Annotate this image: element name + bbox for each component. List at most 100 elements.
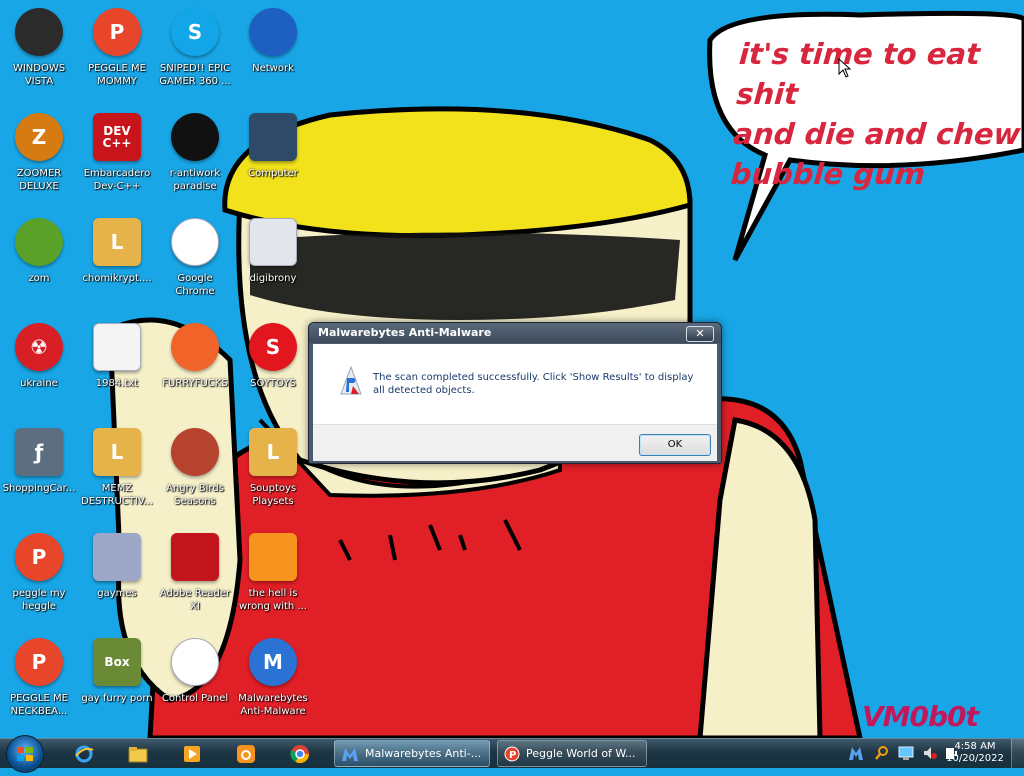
desktop-icon-label: MEMZ DESTRUCTIV...: [81, 483, 153, 507]
desktop-icon[interactable]: P PEGGLE ME NECKBEA...: [1, 634, 77, 734]
desktop-icon[interactable]: the hell is wrong with ...: [235, 529, 311, 629]
uc-browser-icon: [249, 533, 297, 581]
speech-bubble-text: it's time to eat shit and die and chew b…: [729, 37, 1022, 191]
taskbar-clock[interactable]: 4:58 AM 10/20/2022: [944, 741, 1006, 765]
dialog-title: Malwarebytes Anti-Malware: [318, 326, 492, 339]
desktop-icon-label: gay furry porn: [81, 693, 153, 704]
firefox-icon: [171, 323, 219, 371]
desktop-icon-label: the hell is wrong with ...: [239, 588, 307, 612]
desktop-icon[interactable]: M Malwarebytes Anti-Malware: [235, 634, 311, 734]
adobe-reader-icon: [171, 533, 219, 581]
taskbar-pin-internet-explorer[interactable]: [64, 740, 104, 767]
volume-tray-icon[interactable]: [922, 745, 938, 761]
desktop-icon[interactable]: Ppeggle my heggle: [1, 529, 77, 629]
svg-text:P: P: [509, 750, 516, 761]
search-tray-icon[interactable]: [874, 745, 890, 761]
desktop-icon-label: chomikrypt....: [82, 273, 152, 284]
angry-birds-icon: [171, 428, 219, 476]
taskbar-pin-uc-browser[interactable]: [226, 740, 266, 767]
peggle-icon: P: [504, 746, 520, 761]
desktop-icon[interactable]: Computer: [235, 109, 311, 209]
desktop-icon-label: Embarcadero Dev-C++: [83, 168, 151, 192]
windows-vista-icon: [15, 8, 63, 56]
desktop-icon[interactable]: gaymes: [79, 529, 155, 629]
desktop-icon[interactable]: Network: [235, 4, 311, 104]
desktop-icon[interactable]: 1984.txt: [79, 319, 155, 419]
lnk-file-icon: L: [249, 428, 297, 476]
skype-icon: S: [171, 8, 219, 56]
computer-icon: [249, 113, 297, 161]
desktop-icon[interactable]: Angry Birds Seasons: [157, 424, 233, 524]
taskbar-pin-windows-explorer[interactable]: [118, 740, 158, 767]
desktop-icon-label: SNIPED!! EPIC GAMER 360 ...: [159, 63, 231, 87]
desktop-icon[interactable]: P PEGGLE ME MOMMY: [79, 4, 155, 104]
taskbar-task-peggle[interactable]: P Peggle World of W...: [497, 740, 647, 767]
control-panel-icon: [171, 638, 219, 686]
show-desktop-button[interactable]: [1011, 739, 1024, 768]
malwarebytes-icon: [342, 747, 358, 761]
dialog-body: The scan completed successfully. Click '…: [313, 344, 717, 424]
desktop-icon[interactable]: WINDOWS VISTA: [1, 4, 77, 104]
network-tray-icon[interactable]: [898, 745, 914, 761]
desktop-icon[interactable]: Z ZOOMER DELUXE: [1, 109, 77, 209]
desktop-icon[interactable]: ☢ ukraine: [1, 319, 77, 419]
dialog-footer: OK: [313, 424, 717, 461]
desktop-icon[interactable]: zom: [1, 214, 77, 314]
desktop-icon-label: r-antiwork paradise: [169, 168, 221, 192]
desktop-icon-label: Adobe Reader XI: [159, 588, 231, 612]
taskbar-pin-chrome[interactable]: [280, 740, 320, 767]
desktop-icon-label: Souptoys Playsets: [249, 483, 297, 507]
zuma-icon: Z: [15, 113, 63, 161]
user-file-icon: [249, 218, 297, 266]
desktop-icon[interactable]: DEV C++ Embarcadero Dev-C++: [79, 109, 155, 209]
dialog-message: The scan completed successfully. Click '…: [373, 372, 694, 396]
taskbar-task-malwarebytes[interactable]: Malwarebytes Anti-...: [334, 740, 490, 767]
desktop-icon-label: Google Chrome: [175, 273, 215, 297]
desktop-icon-label: FURRYFUCKS: [162, 378, 228, 389]
desktop-icon-label: Malwarebytes Anti-Malware: [238, 693, 308, 717]
clock-time: 4:58 AM: [954, 741, 996, 752]
devcpp-icon: DEV C++: [93, 113, 141, 161]
desktop-icon[interactable]: digibrony: [235, 214, 311, 314]
soytoys-s-icon: S: [249, 323, 297, 371]
taskbar-pin-media-player[interactable]: [172, 740, 212, 767]
ok-button[interactable]: OK: [639, 434, 711, 456]
chrome-icon: [290, 744, 309, 763]
lnk-file-icon: L: [93, 428, 141, 476]
uc-browser-icon: [237, 744, 255, 763]
desktop-icon[interactable]: Box gay furry porn: [79, 634, 155, 734]
desktop-icon[interactable]: r-antiwork paradise: [157, 109, 233, 209]
desktop-icon-label: ZOOMER DELUXE: [16, 168, 62, 192]
lnk-file-icon: L: [93, 218, 141, 266]
desktop-icon[interactable]: Adobe Reader XI: [157, 529, 233, 629]
desktop-icon[interactable]: L MEMZ DESTRUCTIV...: [79, 424, 155, 524]
desktop-icon-label: PEGGLE ME MOMMY: [88, 63, 146, 87]
desktop-icon[interactable]: S SOYTOYS: [235, 319, 311, 419]
clock-date: 10/20/2022: [946, 753, 1004, 764]
peggle-icon: P: [15, 638, 63, 686]
desktop-icon-label: WINDOWS VISTA: [12, 63, 66, 87]
windows-logo-icon: [17, 747, 33, 761]
radiation-icon: ☢: [15, 323, 63, 371]
internet-explorer-icon: [75, 745, 94, 762]
desktop-icon-label: Angry Birds Seasons: [166, 483, 224, 507]
dialog-close-button[interactable]: ✕: [686, 326, 714, 342]
desktop-icon[interactable]: L Souptoys Playsets: [235, 424, 311, 524]
task-label: Malwarebytes Anti-...: [365, 747, 482, 760]
malwarebytes-icon: M: [249, 638, 297, 686]
desktop-icon[interactable]: Google Chrome: [157, 214, 233, 314]
desktop-icon-label: gaymes: [97, 588, 137, 599]
desktop-icon[interactable]: FURRYFUCKS: [157, 319, 233, 419]
dialog-titlebar[interactable]: Malwarebytes Anti-Malware ✕: [309, 323, 721, 343]
desktop-icon[interactable]: Lchomikrypt....: [79, 214, 155, 314]
desktop-icon[interactable]: Control Panel: [157, 634, 233, 734]
media-player-icon: [184, 745, 200, 762]
desktop-icon-label: Computer: [248, 168, 298, 179]
desktop-icon-label: digibrony: [249, 273, 297, 284]
plants-vs-zombies-icon: [15, 218, 63, 266]
start-button[interactable]: [6, 735, 44, 773]
desktop-icon[interactable]: ƒ ShoppingCar...: [1, 424, 77, 524]
desktop-icon[interactable]: S SNIPED!! EPIC GAMER 360 ...: [157, 4, 233, 104]
malwarebytes-tray-icon[interactable]: [848, 745, 864, 761]
box-game-icon: Box: [93, 638, 141, 686]
